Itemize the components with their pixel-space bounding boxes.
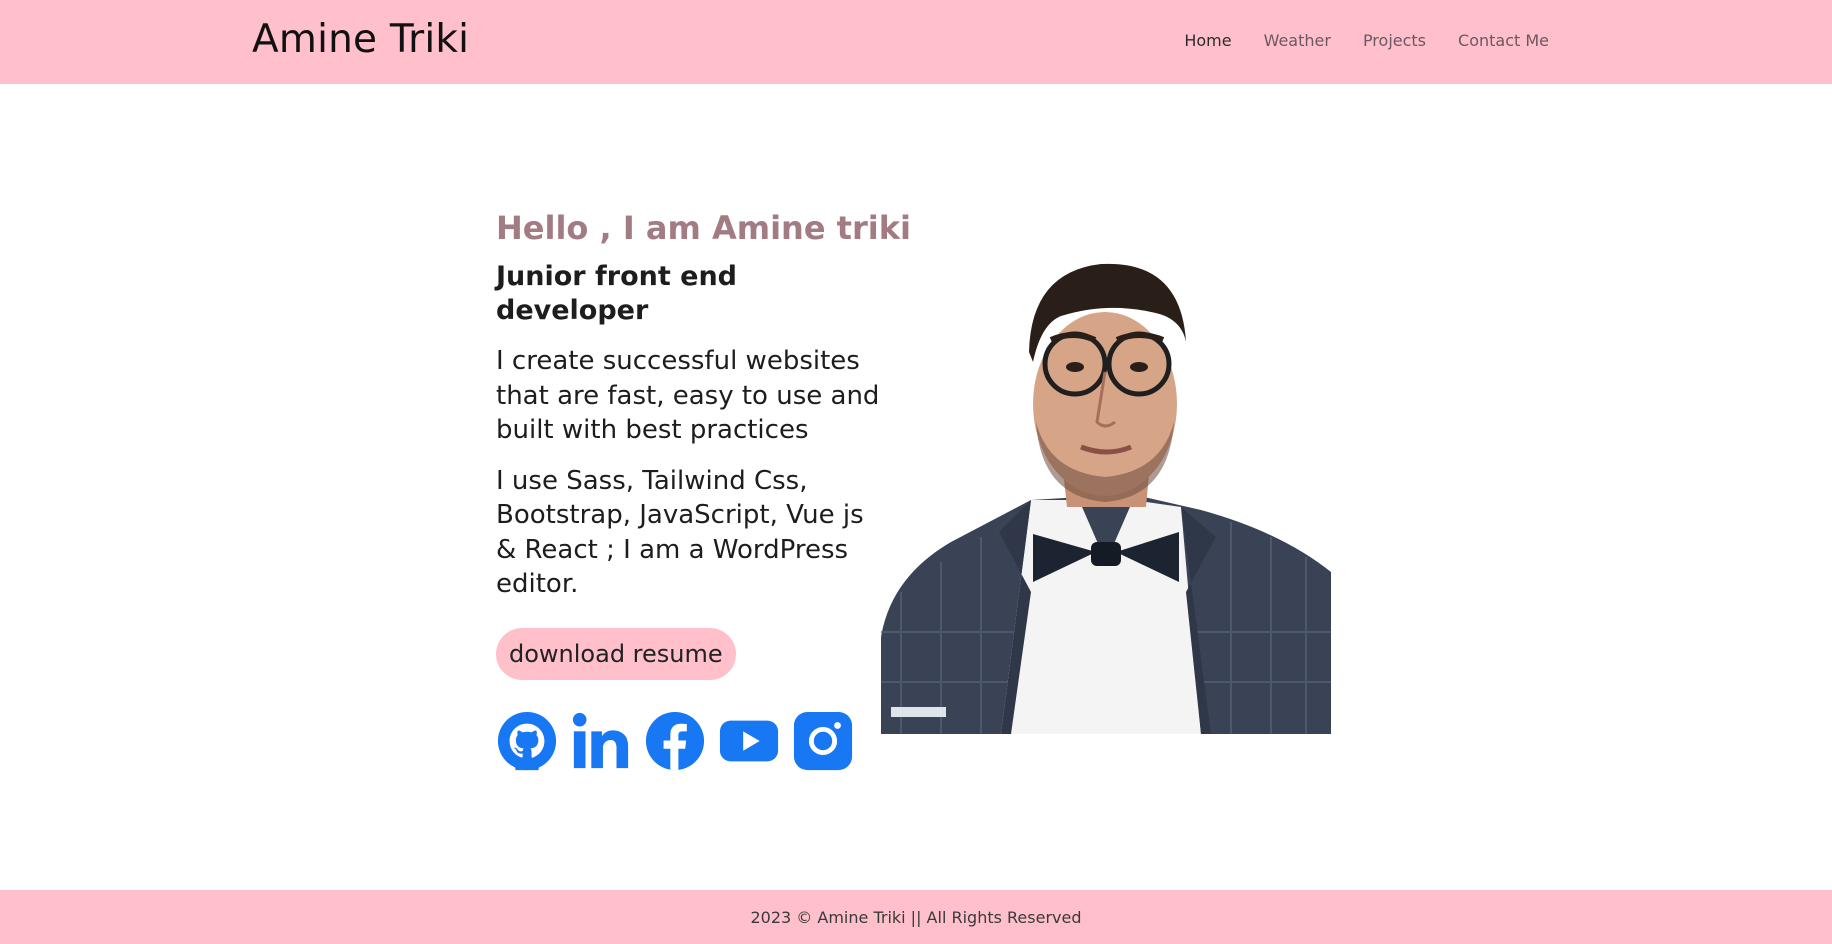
nav-menu: Home Weather Projects Contact Me bbox=[1168, 29, 1565, 53]
hero-greeting: Hello , I am Amine triki bbox=[496, 209, 911, 247]
github-link[interactable] bbox=[496, 710, 558, 772]
footer-copyright: 2023 © Amine Triki || All Rights Reserve… bbox=[750, 908, 1082, 927]
facebook-icon bbox=[645, 711, 705, 770]
hero-role: Junior front end developer bbox=[496, 261, 738, 326]
nav-link-projects[interactable]: Projects bbox=[1347, 29, 1442, 53]
footer: 2023 © Amine Triki || All Rights Reserve… bbox=[0, 890, 1832, 944]
nav-link-home[interactable]: Home bbox=[1168, 29, 1247, 53]
social-links bbox=[496, 710, 886, 772]
brand-logo-text[interactable]: Amine Triki bbox=[252, 14, 469, 66]
navbar: Amine Triki Home Weather Projects Contac… bbox=[0, 0, 1832, 84]
nav-link-contact[interactable]: Contact Me bbox=[1442, 29, 1565, 53]
facebook-link[interactable] bbox=[644, 710, 706, 772]
download-resume-button[interactable]: download resume bbox=[496, 627, 736, 680]
youtube-link[interactable] bbox=[718, 710, 780, 772]
linkedin-icon bbox=[572, 712, 629, 768]
youtube-icon bbox=[719, 720, 779, 761]
hero-pitch: I create successful websites that are fa… bbox=[496, 346, 880, 445]
nav-link-weather[interactable]: Weather bbox=[1248, 29, 1347, 53]
linkedin-link[interactable] bbox=[570, 710, 632, 772]
profile-photo bbox=[881, 232, 1331, 734]
portrait-illustration bbox=[881, 263, 1331, 734]
instagram-icon bbox=[793, 711, 853, 770]
hero-skills: I use Sass, Tailwind Css, Bootstrap, Jav… bbox=[496, 465, 864, 600]
hero-section: Hello , I am Amine triki Junior front en… bbox=[496, 208, 911, 772]
github-icon bbox=[497, 711, 557, 770]
instagram-link[interactable] bbox=[792, 710, 854, 772]
